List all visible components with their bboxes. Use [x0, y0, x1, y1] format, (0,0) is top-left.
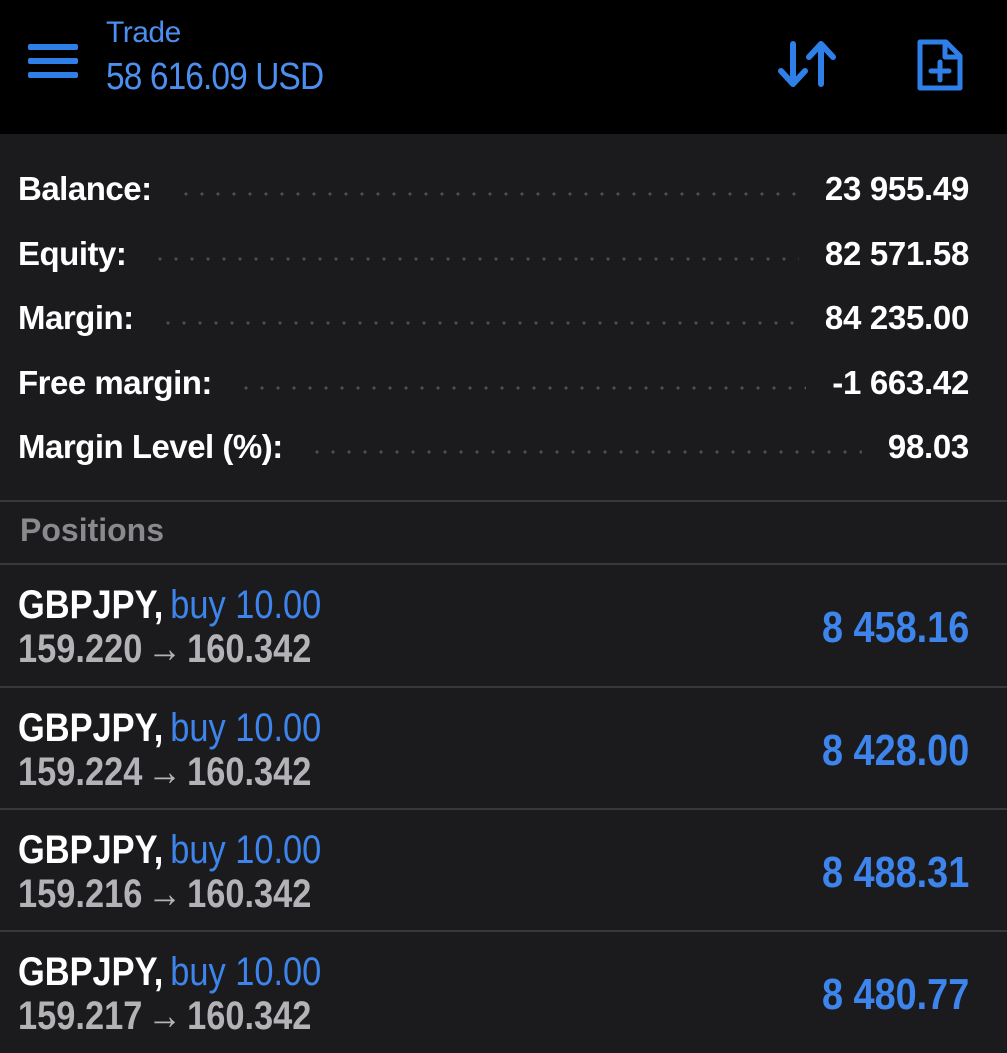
position-row[interactable]: GBPJPY, buy 10.00 159.216 → 160.342 8 488.3… — [0, 810, 1007, 931]
position-title: GBPJPY, buy 10.00 — [18, 706, 321, 751]
open-price: 159.220 — [18, 627, 143, 671]
right-arrow-icon: → — [147, 750, 182, 794]
dotted-leader — [152, 257, 799, 261]
right-arrow-icon: → — [147, 627, 182, 671]
position-prices: 159.220 → 160.342 — [18, 627, 311, 672]
position-profit: 8 428.00 — [821, 726, 969, 775]
margin-level-value: 98.03 — [887, 428, 969, 465]
position-prices: 159.216 → 160.342 — [18, 872, 311, 917]
position-prices: 159.224 → 160.342 — [18, 750, 311, 795]
position-symbol: GBPJPY — [18, 828, 154, 872]
hamburger-menu-icon — [28, 44, 78, 50]
new-order-document-icon — [917, 39, 963, 91]
hamburger-menu-icon-line — [28, 72, 78, 78]
current-price: 160.342 — [187, 994, 312, 1038]
position-direction: buy 10.00 — [170, 950, 322, 994]
margin-label: Margin: — [18, 299, 134, 336]
separator-comma: , — [153, 706, 164, 750]
open-price: 159.216 — [18, 872, 143, 916]
position-symbol: GBPJPY — [18, 706, 154, 750]
positions-section-header: Positions — [0, 502, 1007, 564]
equity-value: 82 571.58 — [824, 235, 969, 272]
position-prices: 159.217 → 160.342 — [18, 994, 311, 1039]
balance-value: 23 955.49 — [824, 170, 969, 207]
summary-row-margin: Margin: 84 235.00 — [18, 298, 969, 338]
top-app-bar: Trade 58 616.09 USD — [0, 0, 1007, 134]
separator-comma: , — [153, 583, 164, 627]
open-price: 159.224 — [18, 750, 143, 794]
position-symbol: GBPJPY — [18, 583, 154, 627]
margin-level-label: Margin Level (%): — [18, 428, 283, 465]
position-profit: 8 488.31 — [821, 848, 969, 897]
right-arrow-icon: → — [147, 872, 182, 916]
position-row[interactable]: GBPJPY, buy 10.00 159.224 → 160.342 8 428.0… — [0, 688, 1007, 809]
title-block: Trade 58 616.09 USD — [106, 16, 353, 99]
summary-row-balance: Balance: 23 955.49 — [18, 169, 969, 209]
summary-row-equity: Equity: 82 571.58 — [18, 234, 969, 274]
dotted-leader — [177, 192, 799, 196]
page-title: Trade — [106, 16, 181, 49]
new-order-button[interactable] — [914, 36, 966, 94]
dotted-leader — [159, 321, 799, 325]
free-margin-value: -1 663.42 — [832, 364, 969, 401]
account-profit-subtitle: 58 616.09 USD — [106, 56, 324, 98]
current-price: 160.342 — [187, 872, 312, 916]
current-price: 160.342 — [187, 627, 312, 671]
position-direction: buy 10.00 — [170, 583, 322, 627]
dotted-leader — [237, 386, 807, 390]
position-direction: buy 10.00 — [170, 828, 322, 872]
right-arrow-icon: → — [147, 994, 182, 1038]
separator-comma: , — [153, 828, 164, 872]
summary-row-free-margin: Free margin: -1 663.42 — [18, 363, 969, 403]
hamburger-menu-icon-line — [28, 58, 78, 64]
menu-button[interactable] — [28, 44, 78, 84]
sort-button[interactable] — [776, 38, 838, 90]
summary-row-margin-level: Margin Level (%): 98.03 — [18, 427, 969, 467]
free-margin-label: Free margin: — [18, 364, 212, 401]
position-row[interactable]: GBPJPY, buy 10.00 159.220 → 160.342 8 458.1… — [0, 565, 1007, 686]
balance-label: Balance: — [18, 170, 152, 207]
position-profit: 8 480.77 — [821, 970, 969, 1019]
position-row[interactable]: GBPJPY, buy 10.00 159.217 → 160.342 8 480.7… — [0, 932, 1007, 1053]
account-summary: Balance: 23 955.49 Equity: 82 571.58 Mar… — [0, 134, 1007, 500]
separator-comma: , — [153, 950, 164, 994]
sort-arrows-icon — [778, 41, 836, 87]
position-title: GBPJPY, buy 10.00 — [18, 583, 321, 628]
position-profit: 8 458.16 — [821, 603, 969, 652]
position-title: GBPJPY, buy 10.00 — [18, 950, 321, 995]
equity-label: Equity: — [18, 235, 127, 272]
open-price: 159.217 — [18, 994, 143, 1038]
margin-value: 84 235.00 — [824, 299, 969, 336]
dotted-leader — [308, 450, 862, 454]
position-direction: buy 10.00 — [170, 706, 322, 750]
position-symbol: GBPJPY — [18, 950, 154, 994]
current-price: 160.342 — [187, 750, 312, 794]
position-title: GBPJPY, buy 10.00 — [18, 828, 321, 873]
positions-title: Positions — [20, 512, 165, 548]
